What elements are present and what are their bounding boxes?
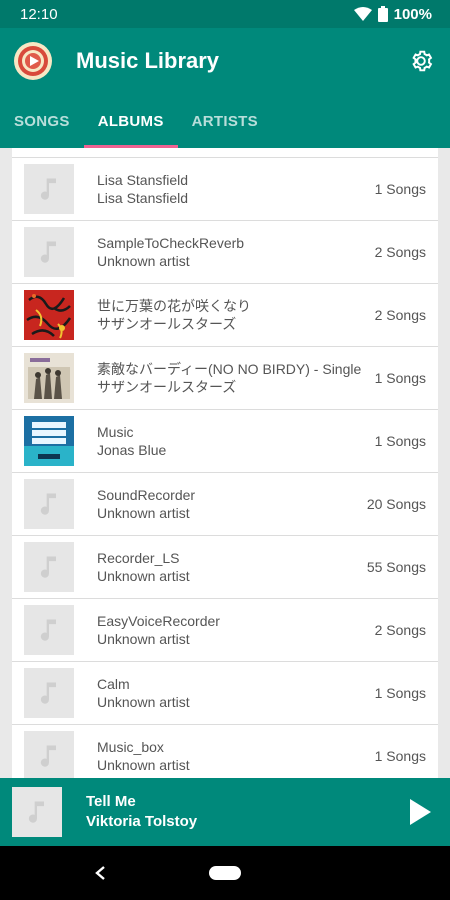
album-title: Music_box xyxy=(97,739,164,755)
list-item[interactable]: Lisa Stansfield Lisa Stansfield 1 Songs xyxy=(12,158,438,221)
status-icons: 100% xyxy=(353,5,432,23)
status-time: 12:10 xyxy=(20,5,58,23)
list-item-partial xyxy=(12,148,438,158)
list-item[interactable]: Calm Unknown artist 1 Songs xyxy=(12,662,438,725)
app-logo-icon xyxy=(14,42,52,80)
list-item[interactable]: 素敵なバーディー(NO NO BIRDY) - Single サザンオールスター… xyxy=(12,347,438,410)
album-artist: サザンオールスターズ xyxy=(97,379,237,395)
album-artist: Unknown artist xyxy=(97,631,190,647)
album-title: Lisa Stansfield xyxy=(97,172,189,188)
album-artist: Unknown artist xyxy=(97,694,190,710)
wifi-icon xyxy=(353,7,372,21)
list-item[interactable]: Recorder_LS Unknown artist 55 Songs xyxy=(12,536,438,599)
now-playing-music-note-icon xyxy=(12,787,62,837)
song-count: 2 Songs xyxy=(374,307,426,323)
back-chevron-icon[interactable] xyxy=(90,860,110,886)
song-count: 55 Songs xyxy=(366,559,426,575)
album-title: SampleToCheckReverb xyxy=(97,235,245,251)
now-playing-artist: Viktoria Tolstoy xyxy=(86,813,198,830)
song-count: 1 Songs xyxy=(374,685,426,701)
list-item[interactable]: Music Jonas Blue 1 Songs xyxy=(12,410,438,473)
music-note-icon xyxy=(24,668,74,718)
tab-bar: SONGS ALBUMS ARTISTS xyxy=(0,94,450,148)
album-title: Music xyxy=(97,424,134,440)
system-nav-bar xyxy=(0,846,450,900)
list-item[interactable]: 世に万葉の花が咲くなり サザンオールスターズ 2 Songs xyxy=(12,284,438,347)
album-title: EasyVoiceRecorder xyxy=(97,613,220,629)
song-count: 1 Songs xyxy=(374,370,426,386)
status-bar: 12:10 100% xyxy=(0,0,450,28)
album-title: Calm xyxy=(97,676,130,692)
song-count: 2 Songs xyxy=(374,622,426,638)
song-count: 2 Songs xyxy=(374,244,426,260)
music-note-icon xyxy=(24,542,74,592)
home-pill-button[interactable] xyxy=(209,866,241,880)
music-note-icon xyxy=(24,227,74,277)
song-count: 1 Songs xyxy=(374,748,426,764)
album-artist: Unknown artist xyxy=(97,568,190,584)
list-item[interactable]: EasyVoiceRecorder Unknown artist 2 Songs xyxy=(12,599,438,662)
album-artist: サザンオールスターズ xyxy=(97,316,237,332)
album-list[interactable]: Lisa Stansfield Lisa Stansfield 1 Songs … xyxy=(0,148,450,778)
album-artist: Unknown artist xyxy=(97,757,190,773)
tab-artists[interactable]: ARTISTS xyxy=(178,94,272,148)
now-playing-title: Tell Me xyxy=(86,793,136,810)
list-item[interactable]: SampleToCheckReverb Unknown artist 2 Son… xyxy=(12,221,438,284)
song-count: 1 Songs xyxy=(374,433,426,449)
now-playing-bar[interactable]: Tell Me Viktoria Tolstoy xyxy=(0,778,450,846)
music-note-icon xyxy=(24,479,74,529)
album-title: 素敵なバーディー(NO NO BIRDY) - Single xyxy=(97,361,362,377)
list-item[interactable]: Music_box Unknown artist 1 Songs xyxy=(12,725,438,778)
album-artist: Lisa Stansfield xyxy=(97,190,189,206)
battery-icon xyxy=(377,6,388,22)
play-icon[interactable] xyxy=(402,794,438,830)
tab-songs[interactable]: SONGS xyxy=(0,94,84,148)
music-note-icon xyxy=(24,731,74,778)
album-title: SoundRecorder xyxy=(97,487,196,503)
settings-gear-icon[interactable] xyxy=(406,46,436,76)
album-artist: Jonas Blue xyxy=(97,442,167,458)
music-note-icon xyxy=(24,605,74,655)
album-artist: Unknown artist xyxy=(97,253,190,269)
battery-level: 100% xyxy=(393,5,432,23)
song-count: 1 Songs xyxy=(374,181,426,197)
album-artist: Unknown artist xyxy=(97,505,190,521)
song-count: 20 Songs xyxy=(366,496,426,512)
list-item[interactable]: SoundRecorder Unknown artist 20 Songs xyxy=(12,473,438,536)
album-art-image xyxy=(24,290,74,340)
tab-albums[interactable]: ALBUMS xyxy=(83,94,178,148)
music-note-icon xyxy=(24,164,74,214)
album-title: 世に万葉の花が咲くなり xyxy=(97,298,251,314)
album-art-image xyxy=(24,416,74,466)
album-art-image xyxy=(24,353,74,403)
app-bar: Music Library SONGS ALBUMS ARTISTS xyxy=(0,28,450,148)
app-title: Music Library xyxy=(76,48,220,73)
album-list-card: Lisa Stansfield Lisa Stansfield 1 Songs … xyxy=(12,158,438,778)
album-title: Recorder_LS xyxy=(97,550,180,566)
